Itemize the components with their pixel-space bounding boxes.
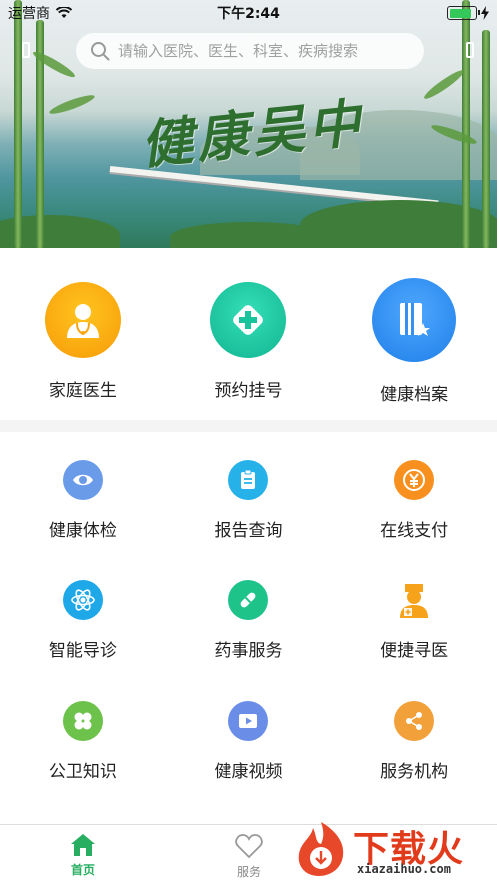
secondary-services: 健康体检 报告查询 在线支付 智能导诊 药事服务 便捷寻医 公卫知识 健康视频 … (0, 432, 497, 824)
service-online-payment[interactable]: 在线支付 (331, 460, 497, 580)
battery-level (449, 8, 471, 18)
video-icon (228, 701, 269, 741)
tab-home-label: 首页 (70, 863, 95, 877)
clover-icon (62, 701, 103, 741)
service-label: 便捷寻医 (380, 641, 449, 661)
doctor-icon (44, 282, 121, 358)
service-health-checkup[interactable]: 健康体检 (0, 460, 166, 580)
search-input[interactable] (118, 42, 418, 60)
eye-icon (62, 460, 103, 500)
service-find-doctor[interactable]: 便捷寻医 (331, 580, 497, 701)
service-label: 药事服务 (214, 641, 283, 661)
service-label: 家庭医生 (48, 381, 117, 401)
service-label: 健康视频 (214, 762, 283, 782)
tab-services-label: 服务 (236, 865, 261, 879)
service-label: 报告查询 (214, 521, 283, 541)
service-label: 健康体检 (48, 521, 117, 541)
service-label: 智能导诊 (48, 641, 117, 661)
service-family-doctor[interactable]: 家庭医生 (13, 282, 153, 401)
home-icon (71, 834, 95, 856)
status-bar: 运营商 下午2:44 (0, 0, 497, 26)
heart-icon (235, 834, 263, 859)
status-left: 运营商 (8, 3, 72, 23)
left-scan-icon[interactable] (22, 42, 30, 58)
service-public-health[interactable]: 公卫知识 (0, 701, 166, 822)
banner-bamboo (14, 0, 22, 248)
share-icon (394, 701, 435, 741)
banner-bamboo (462, 0, 470, 248)
nurse-icon (394, 580, 434, 620)
medical-cross-icon (210, 282, 287, 358)
service-appointment[interactable]: 预约挂号 (178, 282, 318, 401)
tab-home[interactable]: 首页 (0, 825, 166, 883)
primary-services: 家庭医生 预约挂号 健康档案 (0, 248, 497, 420)
charging-bolt-icon (481, 6, 489, 20)
service-label: 预约挂号 (214, 381, 283, 401)
search-icon (91, 42, 110, 61)
atom-icon (62, 580, 103, 620)
service-report-query[interactable]: 报告查询 (166, 460, 332, 580)
service-label: 服务机构 (380, 762, 449, 782)
search-bar[interactable] (76, 33, 424, 69)
watermark-url: xiazaihuo.com (357, 862, 451, 876)
carrier-label: 运营商 (8, 6, 50, 22)
service-label: 公卫知识 (48, 762, 117, 782)
banner-leaf (47, 92, 97, 117)
service-pharmacy[interactable]: 药事服务 (166, 580, 332, 701)
wifi-icon (56, 7, 72, 18)
right-message-icon[interactable] (466, 42, 474, 58)
service-label: 在线支付 (380, 521, 449, 541)
service-health-record[interactable]: 健康档案 (344, 278, 484, 405)
battery-icon (447, 6, 480, 20)
service-health-video[interactable]: 健康视频 (166, 701, 332, 822)
yen-icon (394, 460, 435, 500)
health-record-icon (372, 278, 457, 362)
banner-leaf (421, 67, 467, 102)
status-time: 下午2:44 (217, 6, 280, 22)
pill-icon (228, 580, 269, 620)
service-institutions[interactable]: 服务机构 (331, 701, 497, 822)
flame-logo-icon (298, 822, 344, 876)
service-smart-guide[interactable]: 智能导诊 (0, 580, 166, 701)
clipboard-icon (228, 460, 269, 500)
banner-bamboo (482, 30, 490, 248)
service-label: 健康档案 (380, 385, 449, 405)
watermark: 下载火 xiazaihuo.com (291, 818, 491, 880)
status-right (447, 6, 489, 20)
